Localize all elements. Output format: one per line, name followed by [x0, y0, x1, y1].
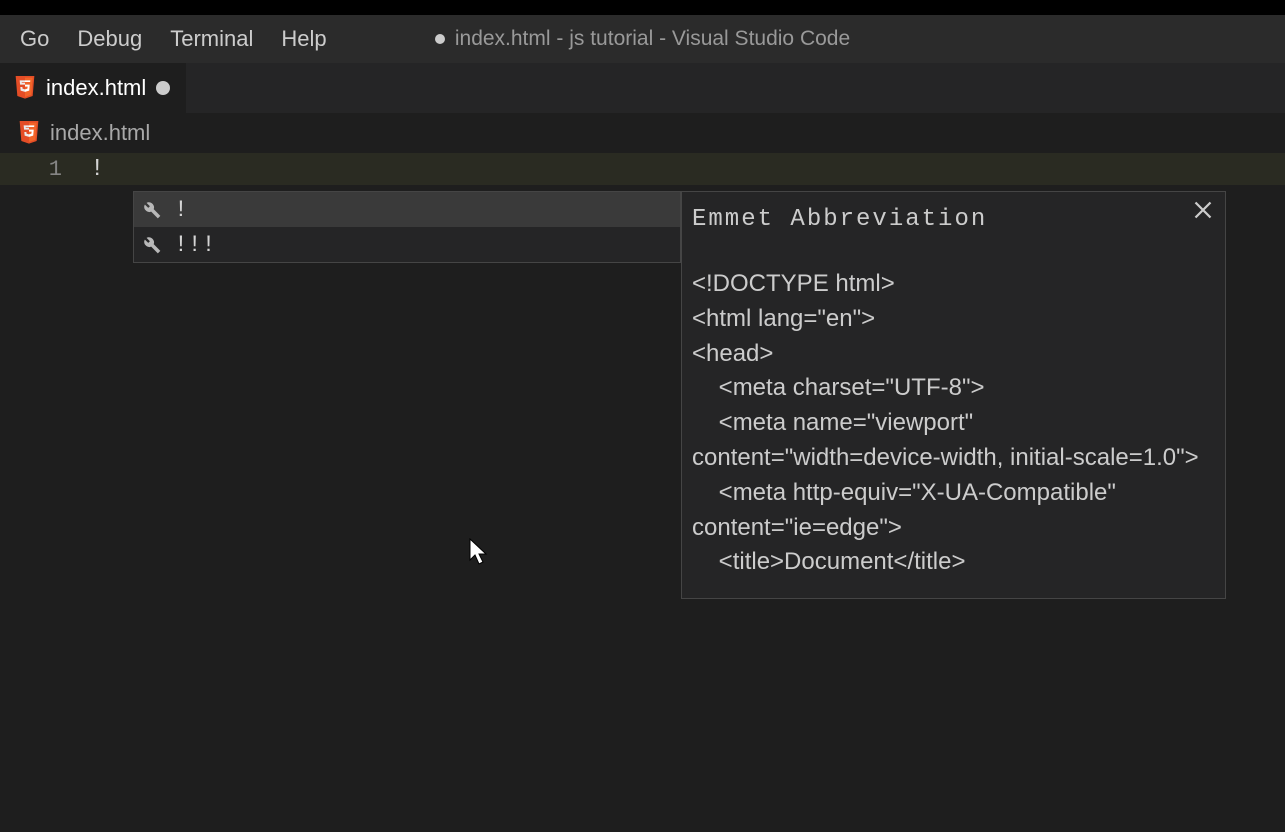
tab-index-html[interactable]: index.html — [0, 63, 187, 113]
html5-icon — [14, 76, 36, 100]
suggestion-item[interactable]: ! — [134, 192, 680, 227]
tab-modified-dot-icon — [156, 81, 170, 95]
menu-go[interactable]: Go — [6, 20, 63, 58]
suggestion-label: ! — [174, 197, 188, 223]
wrench-icon — [142, 235, 162, 255]
mouse-cursor-icon — [468, 538, 490, 566]
close-icon[interactable] — [1193, 200, 1213, 220]
tabbar: index.html — [0, 63, 1285, 113]
code-content[interactable]: ! — [90, 156, 104, 183]
editor-line[interactable]: 1 ! — [0, 153, 1285, 185]
breadcrumb-text: index.html — [50, 120, 150, 146]
menu-help[interactable]: Help — [267, 20, 340, 58]
tab-title: index.html — [46, 75, 146, 101]
documentation-title: Emmet Abbreviation — [692, 206, 1215, 233]
suggestion-list[interactable]: ! !!! — [133, 191, 681, 263]
html5-icon — [18, 121, 40, 145]
menu-debug[interactable]: Debug — [63, 20, 156, 58]
line-number: 1 — [0, 157, 90, 182]
menu-terminal[interactable]: Terminal — [156, 20, 267, 58]
suggestion-item[interactable]: !!! — [134, 227, 680, 262]
documentation-popup: Emmet Abbreviation <!DOCTYPE html> <html… — [681, 191, 1226, 599]
breadcrumb[interactable]: index.html — [0, 113, 1285, 153]
menubar: Go Debug Terminal Help — [0, 15, 1285, 63]
editor[interactable]: 1 ! — [0, 153, 1285, 185]
wrench-icon — [142, 200, 162, 220]
suggestion-label: !!! — [174, 232, 215, 258]
documentation-body: <!DOCTYPE html> <html lang="en"> <head> … — [692, 267, 1215, 580]
